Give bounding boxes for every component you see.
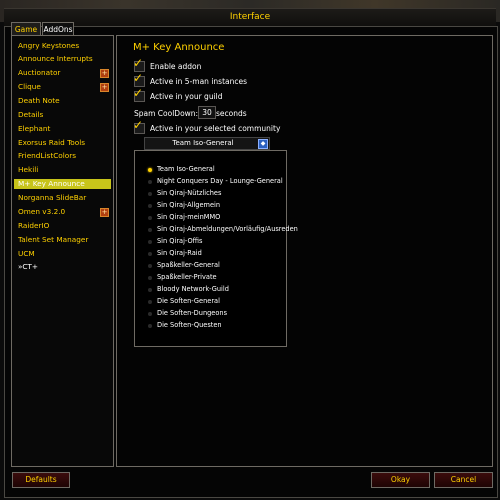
- addon-list[interactable]: Angry Keystones Announce Interrupts Auct…: [11, 35, 114, 467]
- sidebar-item-death-note[interactable]: Death Note: [14, 96, 111, 106]
- menu-item-die-soften-questen[interactable]: Die Soften-Questen: [157, 321, 222, 329]
- dropdown-arrow-icon[interactable]: ◆: [258, 139, 268, 149]
- cooldown-label: Spam CoolDown:: [134, 109, 199, 118]
- sidebar-item-label: Talent Set Manager: [18, 235, 89, 244]
- radio-icon: [148, 240, 152, 244]
- expand-plus-icon[interactable]: +: [100, 83, 109, 92]
- dropdown-value: Team Iso-General: [172, 139, 234, 147]
- sidebar-item-ucm[interactable]: UCM: [14, 249, 111, 259]
- sidebar-item-norganna-slidebar[interactable]: Norganna SlideBar: [14, 193, 111, 203]
- menu-item-spasskeller-general[interactable]: Spaßkeller-General: [157, 261, 220, 269]
- checkmark-icon: ✓: [133, 86, 144, 100]
- menu-item-die-soften-dungeons[interactable]: Die Soften-Dungeons: [157, 309, 227, 317]
- cancel-button[interactable]: Cancel: [434, 472, 493, 488]
- radio-icon: [148, 288, 152, 292]
- sidebar-item-label: Hekili: [18, 165, 39, 174]
- sidebar-item-label: M+ Key Announce: [18, 179, 85, 188]
- expand-plus-icon[interactable]: +: [100, 208, 109, 217]
- community-checkbox[interactable]: ✓: [133, 118, 145, 134]
- sidebar-item-raiderio[interactable]: RaiderIO: [14, 221, 111, 231]
- enable-addon-label: Enable addon: [150, 62, 202, 71]
- sidebar-item-friendlistcolors[interactable]: FriendListColors: [14, 151, 111, 161]
- sidebar-item-label: Elephant: [18, 124, 51, 133]
- menu-item-sin-qiraj-raid[interactable]: Sin Qiraj-Raid: [157, 249, 202, 257]
- sidebar-item-clique[interactable]: Clique +: [14, 82, 111, 92]
- sidebar-item-m-key-announce[interactable]: M+ Key Announce: [14, 179, 111, 189]
- guild-label: Active in your guild: [150, 92, 223, 101]
- community-menu: Team Iso-General Night Conquers Day - Lo…: [134, 150, 298, 347]
- radio-icon: [148, 216, 152, 220]
- sidebar-item-label: Omen v3.2.0: [18, 207, 66, 216]
- community-dropdown[interactable]: Team Iso-General ◆: [144, 137, 270, 150]
- sidebar-item-auctionator[interactable]: Auctionator +: [14, 68, 111, 78]
- five-man-checkbox[interactable]: ✓: [133, 71, 145, 87]
- defaults-button[interactable]: Defaults: [12, 472, 70, 488]
- panel-title: M+ Key Announce: [133, 42, 225, 53]
- radio-icon: [148, 276, 152, 280]
- okay-button[interactable]: Okay: [371, 472, 430, 488]
- radio-selected-icon: [148, 168, 152, 172]
- menu-item-spasskeller-private[interactable]: Spaßkeller-Private: [157, 273, 217, 281]
- menu-item-sin-qiraj-nuetzliches[interactable]: Sin Qiraj-Nützliches: [157, 189, 221, 197]
- guild-checkbox[interactable]: ✓: [133, 86, 145, 102]
- sidebar-item-label: Angry Keystones: [18, 41, 80, 50]
- radio-icon: [148, 192, 152, 196]
- menu-item-night-conquers-day[interactable]: Night Conquers Day - Lounge-General: [157, 177, 283, 185]
- seconds-label: seconds: [216, 109, 247, 118]
- sidebar-item-label: UCM: [18, 249, 35, 258]
- sidebar-item-exorsus-raid-tools[interactable]: Exorsus Raid Tools: [14, 138, 111, 148]
- menu-item-sin-qiraj-abmeldungen[interactable]: Sin Qiraj-Abmeldungen/Vorläufig/Ausreden: [157, 225, 298, 233]
- sidebar-item-label: »CT+: [18, 262, 39, 271]
- radio-icon: [148, 180, 152, 184]
- sidebar-item-label: Death Note: [18, 96, 60, 105]
- sidebar-item-label: Announce Interrupts: [18, 54, 93, 63]
- radio-icon: [148, 264, 152, 268]
- checkmark-icon: ✓: [133, 56, 144, 70]
- sidebar-item-ct[interactable]: »CT+: [14, 262, 111, 272]
- menu-item-team-iso-general[interactable]: Team Iso-General: [157, 165, 215, 173]
- sidebar-item-label: Details: [18, 110, 44, 119]
- sidebar-item-hekili[interactable]: Hekili: [14, 165, 111, 175]
- checkmark-icon: ✓: [133, 71, 144, 85]
- sidebar-item-omen[interactable]: Omen v3.2.0 +: [14, 207, 111, 217]
- window-title: Interface: [229, 12, 271, 22]
- sidebar-item-talent-set-manager[interactable]: Talent Set Manager: [14, 235, 111, 245]
- sidebar-item-label: Clique: [18, 82, 41, 91]
- title-bar[interactable]: Interface: [4, 8, 496, 27]
- cooldown-input[interactable]: 30: [198, 106, 216, 119]
- interface-window: Interface Game AddOns Angry Keystones An…: [0, 0, 500, 500]
- enable-addon-checkbox[interactable]: ✓: [133, 56, 145, 72]
- sidebar-item-details[interactable]: Details: [14, 110, 111, 120]
- menu-item-sin-qiraj-meinmmo[interactable]: Sin Qiraj-meinMMO: [157, 213, 220, 221]
- sidebar-item-label: Auctionator: [18, 68, 61, 77]
- expand-plus-icon[interactable]: +: [100, 69, 109, 78]
- sidebar-item-label: Norganna SlideBar: [18, 193, 87, 202]
- radio-icon: [148, 252, 152, 256]
- checkmark-icon: ✓: [133, 118, 144, 132]
- menu-item-sin-qiraj-offis[interactable]: Sin Qiraj-Offis: [157, 237, 202, 245]
- radio-icon: [148, 228, 152, 232]
- sidebar-item-announce-interrupts[interactable]: Announce Interrupts: [14, 54, 111, 64]
- sidebar-item-label: FriendListColors: [18, 151, 77, 160]
- tab-addons[interactable]: AddOns: [42, 22, 74, 36]
- menu-item-bloody-network-guild[interactable]: Bloody Network-Guild: [157, 285, 229, 293]
- five-man-label: Active in 5-man instances: [150, 77, 248, 86]
- tab-game[interactable]: Game: [11, 22, 41, 36]
- community-label: Active in your selected community: [150, 124, 281, 133]
- radio-icon: [148, 300, 152, 304]
- sidebar-item-angry-keystones[interactable]: Angry Keystones: [14, 41, 111, 51]
- sidebar-item-label: RaiderIO: [18, 221, 50, 230]
- radio-icon: [148, 324, 152, 328]
- radio-icon: [148, 312, 152, 316]
- sidebar-item-elephant[interactable]: Elephant: [14, 124, 111, 134]
- sidebar-item-label: Exorsus Raid Tools: [18, 138, 86, 147]
- radio-icon: [148, 204, 152, 208]
- menu-item-die-soften-general[interactable]: Die Soften-General: [157, 297, 220, 305]
- menu-item-sin-qiraj-allgemein[interactable]: Sin Qiraj-Allgemein: [157, 201, 220, 209]
